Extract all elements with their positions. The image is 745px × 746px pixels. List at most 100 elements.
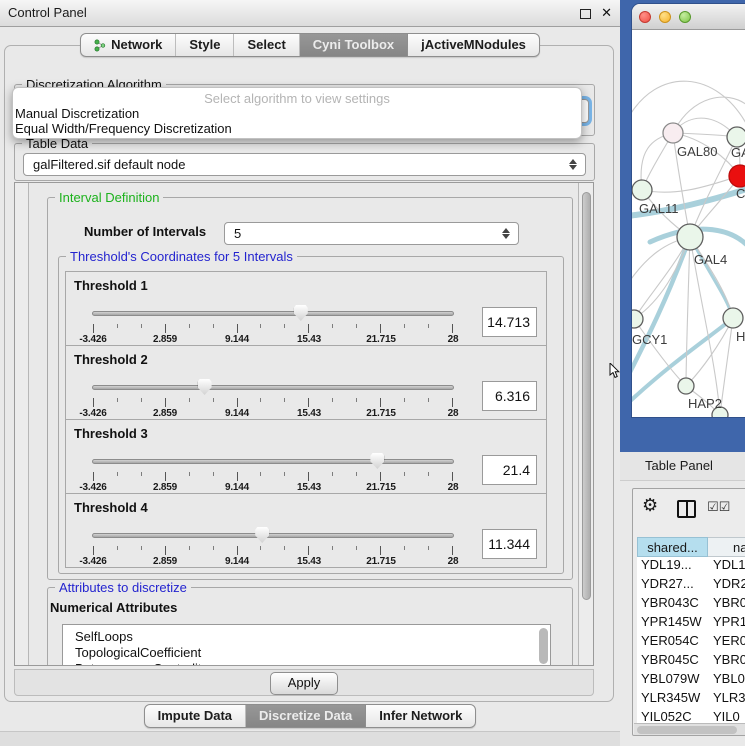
select-columns-icon[interactable]: ☑☑ <box>707 499 730 515</box>
tab[interactable]: Impute Data <box>145 705 245 727</box>
tab[interactable]: Infer Network <box>365 705 475 727</box>
thresholds-group: Threshold's Coordinates for 5 Intervals … <box>58 256 564 574</box>
tab-label: Cyni Toolbox <box>313 34 394 56</box>
threshold-value-field[interactable]: 21.4 <box>482 455 537 485</box>
column-header[interactable]: shared... <box>637 537 708 557</box>
control-panel-titlebar: Control Panel ✕ <box>0 0 620 27</box>
table-panel-title: Table Panel <box>645 458 713 473</box>
vertical-scrollbar[interactable] <box>578 183 593 665</box>
tab[interactable]: Network <box>81 34 175 56</box>
slider-knob[interactable] <box>255 527 269 543</box>
gear-icon[interactable]: ⚙ <box>642 495 658 516</box>
dropdown-item[interactable]: Equal Width/Frequency Discretization <box>13 121 581 136</box>
slider-track[interactable] <box>92 533 454 538</box>
node-gal11[interactable] <box>632 180 652 200</box>
table-row[interactable]: YBR045C YBR0 <box>637 652 745 671</box>
cell-shared-name: YBR045C <box>637 652 709 671</box>
zoom-traffic-light[interactable] <box>679 11 691 23</box>
slider-ticks <box>93 546 453 555</box>
network-icon <box>94 39 106 52</box>
list-scrollbar-thumb[interactable] <box>539 628 548 664</box>
slider-tick-labels: -3.4262.8599.14415.4321.71528 <box>93 556 453 567</box>
attributes-group: Attributes to discretize Numerical Attri… <box>47 587 573 666</box>
table-row[interactable]: YBR043C YBR0 <box>637 595 745 614</box>
node-selected-red[interactable] <box>729 165 745 187</box>
slider-track[interactable] <box>92 385 454 390</box>
threshold-row: Threshold 4 -3.4262.8599.14415.4321.7152… <box>66 493 546 567</box>
bottom-tab-bar: Impute Data Discretize Data Infer Networ… <box>0 704 620 728</box>
list-item[interactable]: BetweennessCentrality <box>63 661 550 666</box>
apply-button[interactable]: Apply <box>270 672 338 695</box>
node-gal4[interactable] <box>677 224 703 250</box>
tab[interactable]: jActiveMNodules <box>407 34 539 56</box>
table-row[interactable]: YER054C YER0 <box>637 633 745 652</box>
node-ga[interactable] <box>727 127 745 147</box>
node-label: GAL80 <box>677 144 717 159</box>
tab[interactable]: Select <box>233 34 298 56</box>
left-scroll-track[interactable] <box>15 183 29 665</box>
cell-shared-name: YBL079W <box>637 671 709 690</box>
split-columns-icon[interactable] <box>677 500 696 518</box>
node-h[interactable] <box>723 308 743 328</box>
number-of-intervals-combobox[interactable]: 5 <box>224 222 519 245</box>
slider-track[interactable] <box>92 459 454 464</box>
cell-name: YBL0 <box>709 671 745 690</box>
node-gal80[interactable] <box>663 123 683 143</box>
tab[interactable]: Cyni Toolbox <box>299 34 407 56</box>
tab-label: jActiveMNodules <box>421 34 526 56</box>
threshold-slider[interactable]: -3.4262.8599.14415.4321.71528 <box>93 305 453 345</box>
table-data-combobox[interactable]: galFiltered.sif default node <box>23 153 586 176</box>
slider-knob[interactable] <box>294 305 308 321</box>
vertical-scrollbar-thumb[interactable] <box>582 192 591 600</box>
cell-name: YBR0 <box>709 595 745 614</box>
table-row[interactable]: YDL19... YDL1 <box>637 557 745 576</box>
table-data-group: Table Data galFiltered.sif default node <box>14 143 595 181</box>
threshold-slider[interactable]: -3.4262.8599.14415.4321.71528 <box>93 453 453 493</box>
table-row[interactable]: YPR145W YPR1 <box>637 614 745 633</box>
close-icon[interactable]: ✕ <box>601 5 612 21</box>
list-item[interactable]: SelfLoops <box>63 629 550 645</box>
group-title: Interval Definition <box>55 190 163 205</box>
column-header[interactable]: na <box>708 537 745 557</box>
minimize-traffic-light[interactable] <box>659 11 671 23</box>
table-row[interactable]: YLR345W YLR3 <box>637 690 745 709</box>
tab[interactable]: Discretize Data <box>245 705 365 727</box>
slider-track[interactable] <box>92 311 454 316</box>
table-row[interactable]: YBL079W YBL0 <box>637 671 745 690</box>
threshold-value-field[interactable]: 14.713 <box>482 307 537 337</box>
horizontal-scrollbar-thumb[interactable] <box>637 726 737 734</box>
threshold-slider[interactable]: -3.4262.8599.14415.4321.71528 <box>93 379 453 419</box>
stepper-icon <box>502 227 511 240</box>
network-canvas[interactable]: GAL80 GA C GAL11 GAL4 GCY1 H HAP2 <box>632 30 745 417</box>
node-hap2[interactable] <box>678 378 694 394</box>
network-view-window: GAL80 GA C GAL11 GAL4 GCY1 H HAP2 <box>632 4 745 417</box>
tab-label: Network <box>111 34 162 56</box>
cell-name: YDR2 <box>709 576 745 595</box>
slider-knob[interactable] <box>198 379 212 395</box>
slider-knob[interactable] <box>370 453 384 469</box>
tab[interactable]: Style <box>175 34 233 56</box>
algorithm-dropdown-popup: Select algorithm to view settings Manual… <box>12 87 582 139</box>
threshold-list: Threshold 1 -3.4262.8599.14415.4321.7152… <box>65 271 547 568</box>
cell-shared-name: YDR27... <box>637 576 709 595</box>
network-window-titlebar[interactable] <box>632 4 745 30</box>
threshold-value-field[interactable]: 11.344 <box>482 529 537 559</box>
horizontal-scrollbar[interactable] <box>634 723 745 736</box>
threshold-label: Threshold 2 <box>74 352 148 367</box>
node-gcy1[interactable] <box>632 310 643 328</box>
close-traffic-light[interactable] <box>639 11 651 23</box>
node-label: GAL11 <box>639 201 679 216</box>
threshold-value-field[interactable]: 6.316 <box>482 381 537 411</box>
right-region: GAL80 GA C GAL11 GAL4 GCY1 H HAP2 Table … <box>620 0 745 745</box>
numerical-attributes-list[interactable]: SelfLoops TopologicalCoefficient Between… <box>62 624 551 666</box>
number-of-intervals-label: Number of Intervals <box>84 224 206 239</box>
table-row[interactable]: YDR27... YDR2 <box>637 576 745 595</box>
list-item[interactable]: TopologicalCoefficient <box>63 645 550 661</box>
float-window-icon[interactable] <box>580 9 591 19</box>
threshold-slider[interactable]: -3.4262.8599.14415.4321.71528 <box>93 527 453 567</box>
dropdown-item[interactable]: Manual Discretization <box>13 106 581 121</box>
threshold-row: Threshold 2 -3.4262.8599.14415.4321.7152… <box>66 345 546 419</box>
threshold-label: Threshold 1 <box>74 278 148 293</box>
slider-ticks <box>93 398 453 407</box>
cell-shared-name: YLR345W <box>637 690 709 709</box>
